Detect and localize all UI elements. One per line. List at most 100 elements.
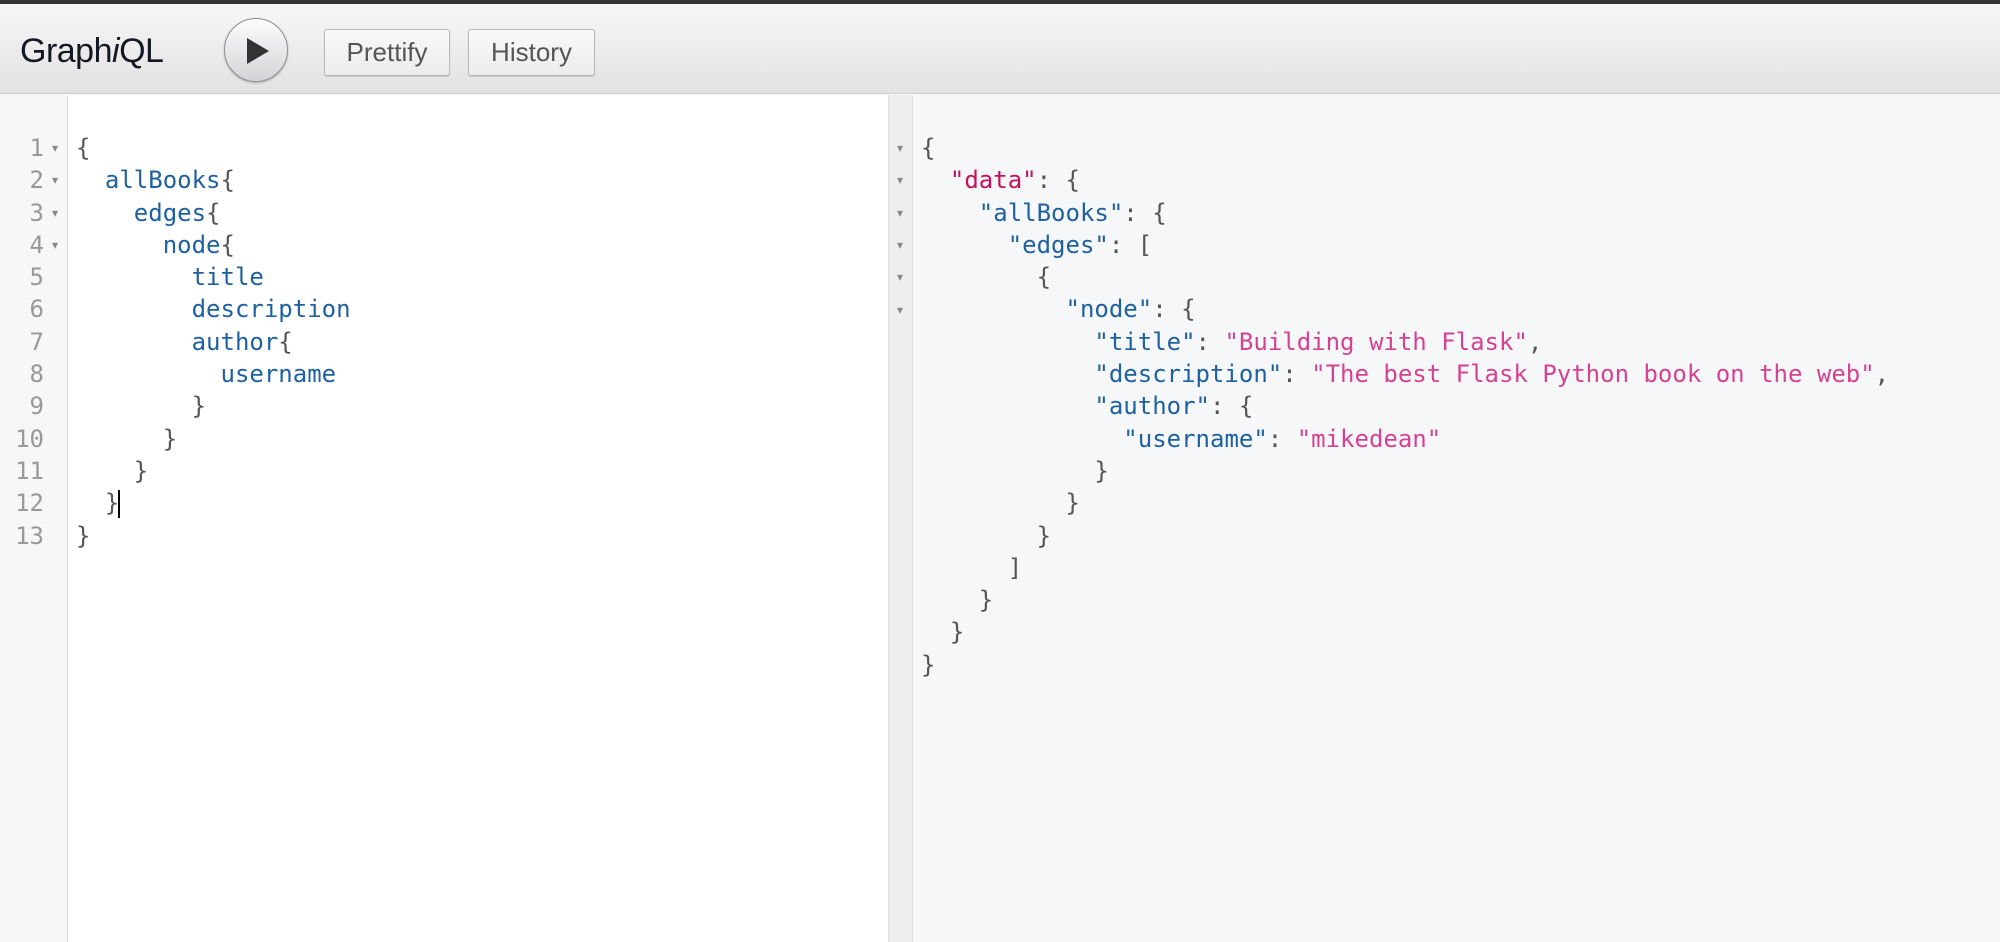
query-text[interactable]: { allBooks{ edges{ node{ title descripti… [76, 132, 351, 552]
result-line: "allBooks": { [921, 197, 1889, 229]
json-key: "allBooks" [978, 198, 1124, 227]
fold-arrow-icon[interactable]: ▾ [48, 197, 62, 229]
field-name: username [220, 360, 337, 389]
fold-placeholder [893, 358, 907, 390]
json-punctuation: , [1527, 327, 1543, 356]
fold-placeholder [893, 423, 907, 455]
history-button[interactable]: History [468, 29, 595, 76]
result-text: { "data": { "allBooks": { "edges": [ { "… [921, 132, 1889, 681]
text-cursor [118, 490, 121, 519]
json-key: "data" [949, 166, 1037, 195]
line-number: 1 [29, 134, 44, 162]
fold-arrow-icon[interactable]: ▾ [48, 164, 62, 196]
line-number: 9 [29, 392, 44, 421]
json-punctuation: { [921, 134, 936, 162]
toolbar: GraphiQL Prettify History [0, 4, 2000, 94]
prettify-button[interactable]: Prettify [324, 29, 450, 76]
fold-arrow-icon[interactable]: ▾ [48, 229, 62, 261]
fold-placeholder [893, 390, 907, 422]
code-line: } [76, 455, 351, 487]
fold-placeholder [48, 390, 62, 422]
brace: { [220, 230, 235, 259]
json-punctuation: : [1195, 327, 1225, 356]
brace: } [191, 392, 207, 421]
fold-placeholder [48, 423, 62, 455]
code-line: { [76, 132, 351, 164]
result-line: } [921, 616, 1889, 648]
json-punctuation: ] [1007, 553, 1023, 582]
code-line: description [76, 293, 351, 325]
json-punctuation: } [921, 650, 936, 679]
fold-arrow-icon[interactable]: ▾ [893, 293, 907, 325]
fold-arrow-icon[interactable]: ▾ [893, 261, 907, 293]
json-key: "node" [1065, 295, 1153, 324]
fold-arrow-icon[interactable]: ▾ [893, 164, 907, 196]
result-line: } [921, 487, 1889, 519]
fold-placeholder [893, 584, 907, 616]
line-numbers: 1 2 3 4 5 6 7 8 9 10 11 12 13 [0, 132, 44, 552]
result-line: "data": { [921, 164, 1889, 196]
fold-arrow-icon[interactable]: ▾ [48, 132, 62, 164]
graphiql-logo: GraphiQL [20, 32, 164, 70]
fold-placeholder [893, 552, 907, 584]
code-line: } [76, 390, 351, 422]
fold-markers: ▾ ▾ ▾ ▾ [48, 132, 62, 552]
brace: { [220, 166, 235, 195]
json-punctuation: } [978, 586, 994, 615]
fold-placeholder [48, 358, 62, 390]
json-punctuation: } [949, 618, 965, 647]
fold-arrow-icon[interactable]: ▾ [893, 197, 907, 229]
line-number: 13 [15, 521, 44, 550]
fold-arrow-icon[interactable]: ▾ [893, 229, 907, 261]
field-name: edges [133, 198, 207, 227]
json-punctuation: : { [1123, 198, 1167, 227]
result-fold-markers: ▾ ▾ ▾ ▾ ▾ ▾ [893, 132, 907, 681]
json-string: "The best Flask Python book on the web" [1311, 360, 1875, 389]
fold-arrow-icon[interactable]: ▾ [893, 132, 907, 164]
json-key: "title" [1094, 327, 1196, 356]
json-punctuation: { [1036, 263, 1052, 292]
json-key: "edges" [1007, 230, 1109, 259]
json-punctuation: } [1036, 521, 1052, 550]
fold-placeholder [48, 293, 62, 325]
brace: { [278, 327, 293, 356]
query-editor[interactable]: 1 2 3 4 5 6 7 8 9 10 11 12 13 ▾ ▾ ▾ ▾ { allBooks{ edges… [0, 95, 888, 942]
fold-placeholder [893, 487, 907, 519]
json-punctuation: : { [1036, 166, 1080, 195]
line-number: 3 [29, 198, 44, 227]
json-punctuation: : { [1209, 392, 1254, 421]
fold-placeholder [893, 616, 907, 648]
json-string: "Building with Flask" [1224, 327, 1528, 356]
line-number: 11 [15, 456, 44, 485]
json-key: "author" [1094, 392, 1210, 421]
code-line: } [76, 520, 351, 552]
fold-placeholder [893, 455, 907, 487]
fold-placeholder [48, 326, 62, 358]
json-punctuation: : [ [1108, 230, 1153, 259]
result-line: { [921, 261, 1889, 293]
field-name: title [191, 263, 264, 292]
result-line: } [921, 520, 1889, 552]
result-line: } [921, 649, 1889, 681]
execute-query-button[interactable] [224, 18, 288, 82]
line-number: 2 [29, 166, 44, 195]
code-line: allBooks{ [76, 164, 351, 196]
json-punctuation: : [1267, 424, 1297, 453]
code-line: } [76, 487, 351, 519]
fold-placeholder [48, 261, 62, 293]
fold-placeholder [893, 520, 907, 552]
line-number: 4 [29, 230, 44, 259]
fold-placeholder [48, 520, 62, 552]
field-name: allBooks [104, 166, 221, 195]
fold-placeholder [893, 649, 907, 681]
fold-placeholder [893, 326, 907, 358]
code-line: edges{ [76, 197, 351, 229]
field-name: author [191, 327, 279, 356]
brace: } [76, 521, 91, 550]
line-number: 6 [29, 295, 44, 324]
json-punctuation: } [1094, 456, 1109, 485]
line-number: 12 [15, 489, 44, 518]
result-line: { [921, 132, 1889, 164]
json-punctuation: , [1874, 360, 1890, 389]
fold-placeholder [48, 455, 62, 487]
